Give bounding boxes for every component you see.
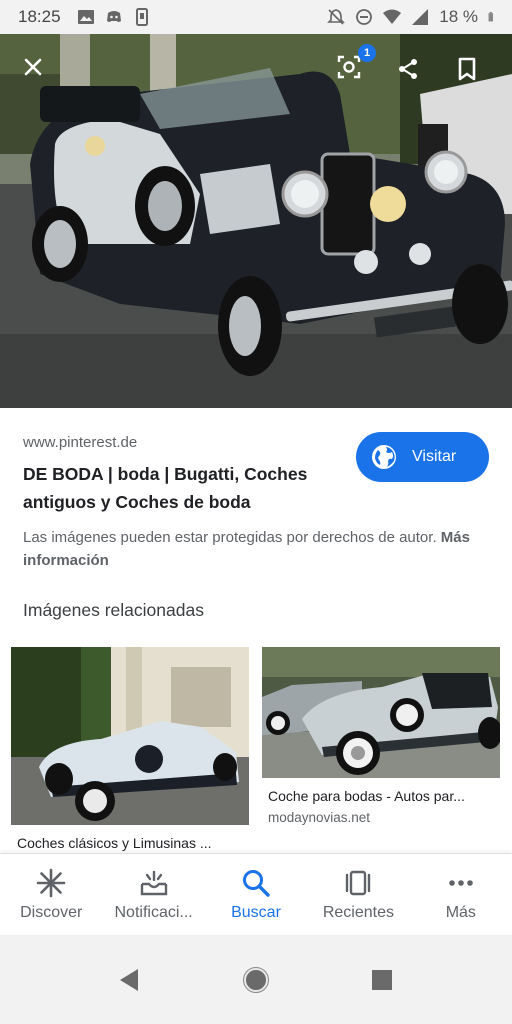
signal-icon bbox=[412, 9, 429, 25]
nav-recents[interactable]: Recientes bbox=[307, 854, 409, 935]
status-time: 18:25 bbox=[18, 7, 61, 26]
visit-label: Visitar bbox=[412, 448, 457, 465]
vintage-car-photo bbox=[0, 34, 512, 408]
nav-label: Buscar bbox=[231, 904, 281, 921]
nav-more[interactable]: Más bbox=[410, 854, 512, 935]
back-icon[interactable] bbox=[117, 967, 143, 993]
related-item[interactable]: Coches clásicos y Limusinas ... bbox=[11, 647, 249, 857]
result-domain[interactable]: www.pinterest.de bbox=[23, 434, 137, 451]
nav-label: Discover bbox=[20, 904, 83, 921]
globe-icon bbox=[372, 445, 396, 469]
visit-button[interactable]: Visitar bbox=[356, 432, 489, 482]
related-image bbox=[11, 647, 249, 825]
bookmark-icon bbox=[458, 57, 476, 81]
nav-search[interactable]: Buscar bbox=[205, 854, 307, 935]
more-icon bbox=[449, 880, 473, 886]
battery-percent: 18 % bbox=[439, 7, 478, 26]
nav-discover[interactable]: Discover bbox=[0, 854, 102, 935]
screen: 18:25 18 % 1 www.pinterest.de DE BODA | … bbox=[0, 0, 512, 1024]
related-heading: Imágenes relacionadas bbox=[23, 600, 204, 620]
nav-notifications[interactable]: Notificaci... bbox=[102, 854, 204, 935]
lens-count-badge: 1 bbox=[358, 44, 376, 62]
overview-icon[interactable] bbox=[369, 967, 395, 993]
system-navigation bbox=[0, 935, 512, 1024]
status-bar: 18:25 18 % bbox=[0, 0, 512, 34]
recents-icon bbox=[346, 870, 371, 896]
nav-label: Más bbox=[445, 904, 476, 921]
home-icon[interactable] bbox=[243, 966, 269, 993]
lens-icon bbox=[337, 55, 361, 79]
discord-icon bbox=[106, 11, 121, 22]
related-caption: Coches clásicos y Limusinas ... bbox=[17, 835, 212, 851]
close-button[interactable] bbox=[16, 50, 50, 84]
close-icon bbox=[24, 58, 42, 76]
share-button[interactable] bbox=[391, 52, 425, 86]
related-caption: Coche para bodas - Autos par... bbox=[268, 788, 465, 804]
asterisk-icon bbox=[36, 868, 66, 898]
related-item[interactable]: Coche para bodas - Autos par... modaynov… bbox=[262, 647, 500, 857]
copyright-notice: Las imágenes pueden estar protegidas por… bbox=[23, 526, 483, 572]
dnd-icon bbox=[356, 9, 373, 25]
related-image bbox=[262, 647, 500, 778]
battery-icon bbox=[488, 12, 493, 22]
result-title[interactable]: DE BODA | boda | Bugatti, Coches antiguo… bbox=[23, 460, 343, 516]
phone-icon bbox=[135, 8, 148, 26]
bottom-navigation: Discover Notificaci... Buscar Recientes bbox=[0, 853, 512, 935]
nav-label: Notificaci... bbox=[114, 904, 193, 921]
share-icon bbox=[399, 59, 417, 79]
copyright-text: Las imágenes pueden estar protegidas por… bbox=[23, 529, 437, 546]
related-source: modaynovias.net bbox=[268, 810, 371, 825]
search-icon bbox=[243, 870, 270, 897]
wifi-icon bbox=[383, 9, 402, 24]
nav-label: Recientes bbox=[322, 904, 394, 921]
image-icon bbox=[77, 10, 94, 24]
hero-image[interactable]: 1 bbox=[0, 34, 512, 408]
notifications-icon bbox=[140, 870, 167, 896]
mute-icon bbox=[327, 9, 346, 25]
bookmark-button[interactable] bbox=[450, 52, 484, 86]
